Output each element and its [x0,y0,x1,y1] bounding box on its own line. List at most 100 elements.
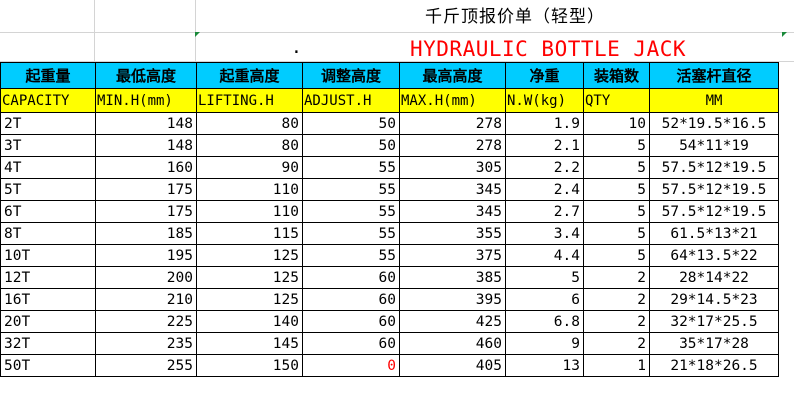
header-cell[interactable]: ADJUST.H [302,88,400,113]
cell-max-h[interactable]: 385 [399,266,506,289]
cell-nw[interactable]: 4.4 [505,244,584,267]
cell-lifting-h[interactable]: 145 [196,332,303,355]
cell-adjust-h[interactable]: 50 [302,112,400,135]
cell-adjust-h[interactable]: 60 [302,310,400,333]
cell-marker[interactable]: . [291,36,305,60]
cell-qty[interactable]: 5 [583,178,650,201]
cell-qty[interactable]: 5 [583,134,650,157]
cell-nw[interactable]: 2.2 [505,156,584,179]
cell-max-h[interactable]: 278 [399,134,506,157]
sheet-title-en[interactable]: HYDRAULIC BOTTLE JACK [410,35,686,63]
cell-nw[interactable]: 13 [505,354,584,377]
cell-min-h[interactable]: 175 [95,178,197,201]
header-cell[interactable]: 起重高度 [196,62,303,89]
cell-qty[interactable]: 5 [583,156,650,179]
sheet-title-cn[interactable]: 千斤顶报价单（轻型） [425,4,605,30]
cell-capacity[interactable]: 8T [0,222,96,245]
cell-nw[interactable]: 6.8 [505,310,584,333]
cell-nw[interactable]: 6 [505,288,584,311]
cell-capacity[interactable]: 3T [0,134,96,157]
cell-rod[interactable]: 61.5*13*21 [649,222,779,245]
cell-adjust-h[interactable]: 60 [302,266,400,289]
cell-max-h[interactable]: 278 [399,112,506,135]
cell-nw[interactable]: 1.9 [505,112,584,135]
cell-max-h[interactable]: 425 [399,310,506,333]
cell-rod[interactable]: 57.5*12*19.5 [649,156,779,179]
header-cell[interactable]: LIFTING.H [196,88,303,113]
header-cell[interactable]: MM [649,88,779,113]
cell-lifting-h[interactable]: 90 [196,156,303,179]
cell-adjust-h[interactable]: 60 [302,288,400,311]
cell-max-h[interactable]: 345 [399,200,506,223]
cell-capacity[interactable]: 4T [0,156,96,179]
header-cell[interactable]: 最高高度 [399,62,506,89]
cell-capacity[interactable]: 20T [0,310,96,333]
cell-min-h[interactable]: 148 [95,112,197,135]
cell-lifting-h[interactable]: 140 [196,310,303,333]
header-cell[interactable]: 活塞杆直径 [649,62,779,89]
cell-max-h[interactable]: 375 [399,244,506,267]
cell-min-h[interactable]: 185 [95,222,197,245]
header-cell[interactable]: 调整高度 [302,62,400,89]
cell-rod[interactable]: 32*17*25.5 [649,310,779,333]
cell-min-h[interactable]: 160 [95,156,197,179]
cell-adjust-h[interactable]: 55 [302,178,400,201]
cell-lifting-h[interactable]: 110 [196,200,303,223]
header-cell[interactable]: 最低高度 [95,62,197,89]
header-cell[interactable]: MIN.H(mm) [95,88,197,113]
cell-capacity[interactable]: 16T [0,288,96,311]
header-cell[interactable]: QTY [583,88,650,113]
cell-nw[interactable]: 5 [505,266,584,289]
cell-rod[interactable]: 57.5*12*19.5 [649,178,779,201]
cell-max-h[interactable]: 305 [399,156,506,179]
cell-rod[interactable]: 52*19.5*16.5 [649,112,779,135]
cell-qty[interactable]: 2 [583,332,650,355]
cell-max-h[interactable]: 395 [399,288,506,311]
cell-rod[interactable]: 21*18*26.5 [649,354,779,377]
cell-rod[interactable]: 54*11*19 [649,134,779,157]
cell-min-h[interactable]: 210 [95,288,197,311]
cell-max-h[interactable]: 405 [399,354,506,377]
cell-rod[interactable]: 57.5*12*19.5 [649,200,779,223]
cell-adjust-h[interactable]: 55 [302,200,400,223]
cell-adjust-h[interactable]: 60 [302,332,400,355]
cell-adjust-h[interactable]: 55 [302,222,400,245]
header-cell[interactable]: 起重量 [0,62,96,89]
cell-nw[interactable]: 9 [505,332,584,355]
cell-min-h[interactable]: 148 [95,134,197,157]
header-cell[interactable]: 净重 [505,62,584,89]
cell-capacity[interactable]: 12T [0,266,96,289]
cell-qty[interactable]: 5 [583,244,650,267]
header-cell[interactable]: MAX.H(mm) [399,88,506,113]
cell-qty[interactable]: 1 [583,354,650,377]
cell-nw[interactable]: 2.1 [505,134,584,157]
cell-adjust-h[interactable]: 0 [302,354,400,377]
cell-lifting-h[interactable]: 125 [196,288,303,311]
header-cell[interactable]: 装箱数 [583,62,650,89]
cell-lifting-h[interactable]: 115 [196,222,303,245]
cell-adjust-h[interactable]: 50 [302,134,400,157]
cell-max-h[interactable]: 345 [399,178,506,201]
cell-adjust-h[interactable]: 55 [302,156,400,179]
cell-qty[interactable]: 2 [583,266,650,289]
cell-qty[interactable]: 2 [583,288,650,311]
cell-adjust-h[interactable]: 55 [302,244,400,267]
cell-min-h[interactable]: 195 [95,244,197,267]
cell-min-h[interactable]: 175 [95,200,197,223]
cell-rod[interactable]: 28*14*22 [649,266,779,289]
cell-rod[interactable]: 35*17*28 [649,332,779,355]
cell-qty[interactable]: 10 [583,112,650,135]
cell-rod[interactable]: 29*14.5*23 [649,288,779,311]
header-cell[interactable]: CAPACITY [0,88,96,113]
cell-max-h[interactable]: 355 [399,222,506,245]
cell-min-h[interactable]: 225 [95,310,197,333]
cell-max-h[interactable]: 460 [399,332,506,355]
cell-min-h[interactable]: 200 [95,266,197,289]
cell-lifting-h[interactable]: 125 [196,266,303,289]
cell-qty[interactable]: 2 [583,310,650,333]
cell-lifting-h[interactable]: 150 [196,354,303,377]
cell-lifting-h[interactable]: 110 [196,178,303,201]
cell-qty[interactable]: 5 [583,222,650,245]
cell-min-h[interactable]: 235 [95,332,197,355]
cell-capacity[interactable]: 10T [0,244,96,267]
